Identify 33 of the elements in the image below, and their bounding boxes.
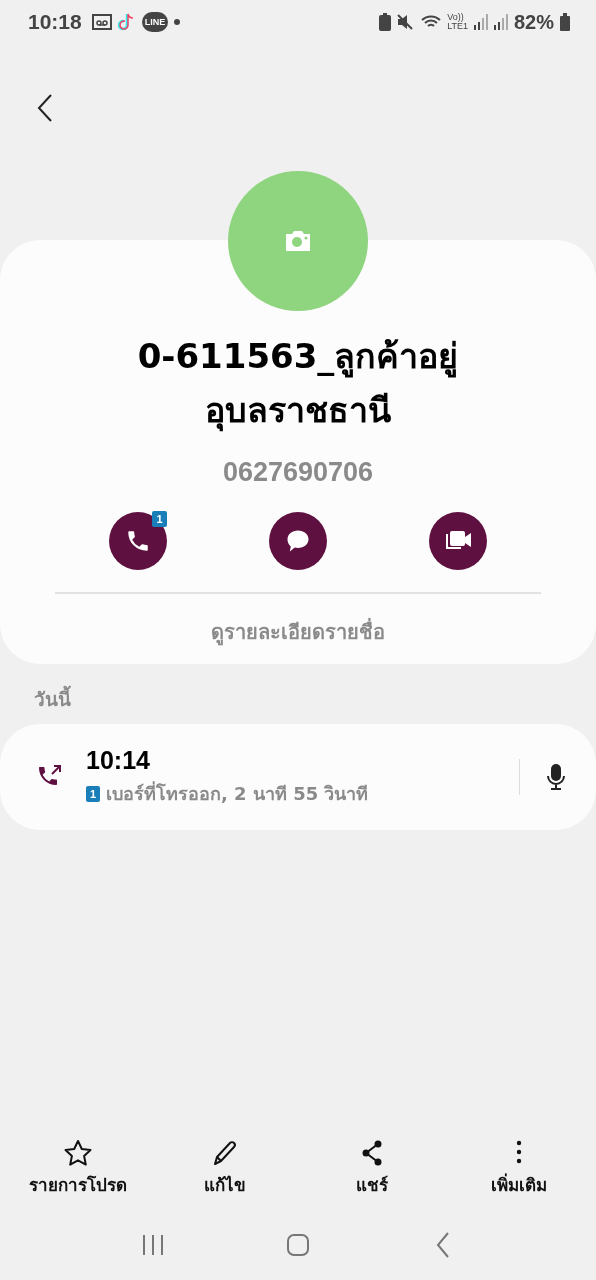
camera-icon [283,229,313,253]
phone-number: 0627690706 [222,457,374,488]
call-button[interactable]: 1 [109,512,167,570]
home-icon [286,1233,310,1257]
signal-icon [473,14,488,30]
contact-name: 0-611563_ลูกค้าอยู่อุบลราชธานี [136,335,460,434]
microphone-icon [546,763,566,791]
section-heading: วันนี้ [34,684,596,714]
network-label: Vo)) LTE1 [447,13,468,31]
voicemail-icon [91,14,112,30]
battery-saver-icon [379,13,392,31]
battery-percent: 82% [513,10,554,34]
video-call-button[interactable] [429,512,487,570]
call-details: เบอร์ที่โทรออก, 2 นาที 55 วินาที [106,780,369,806]
status-time: 10:18 [28,10,82,34]
edit-button[interactable]: แก้ไข [169,1139,280,1198]
music-note-icon [117,12,136,32]
message-button[interactable] [269,512,327,570]
sim-badge: 1 [86,785,100,802]
more-button[interactable]: เพิ่มเติม [463,1139,574,1198]
sim-badge: 1 [152,511,167,527]
call-time: 10:14 [86,746,151,775]
signal-icon [493,14,508,30]
recent-apps-icon [140,1234,165,1256]
share-button[interactable]: แชร์ [316,1139,427,1198]
dot-icon [174,19,181,25]
microphone-button[interactable] [544,761,568,793]
battery-icon [560,13,570,31]
favorite-button[interactable]: รายการโปรด [22,1139,133,1198]
chat-app-icon: LINE [141,12,169,32]
phone-icon [125,528,151,554]
call-log-card[interactable]: 10:14 1 เบอร์ที่โทรออก, 2 นาที 55 วินาที [0,724,596,830]
star-icon [62,1139,93,1167]
